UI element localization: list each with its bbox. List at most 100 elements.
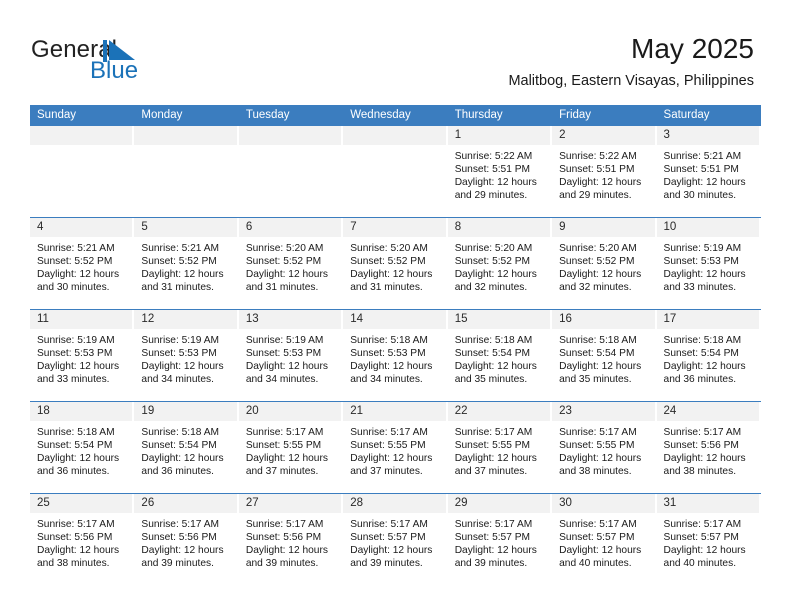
calendar-day-cell-21[interactable]: 21 Sunrise: 5:17 AM Sunset: 5:55 PM Dayl… xyxy=(343,402,447,493)
calendar-day-cell-23[interactable]: 23 Sunrise: 5:17 AM Sunset: 5:55 PM Dayl… xyxy=(552,402,656,493)
day-details: Sunrise: 5:17 AM Sunset: 5:55 PM Dayligh… xyxy=(343,421,447,478)
sunset-text: Sunset: 5:54 PM xyxy=(559,348,635,360)
weekday-header-sunday: Sunday xyxy=(37,109,77,121)
calendar-day-cell-24[interactable]: 24 Sunrise: 5:17 AM Sunset: 5:56 PM Dayl… xyxy=(656,402,761,493)
calendar-day-cell-11[interactable]: 11 Sunrise: 5:19 AM Sunset: 5:53 PM Dayl… xyxy=(30,310,134,401)
calendar-day-cell-6[interactable]: 6 Sunrise: 5:20 AM Sunset: 5:52 PM Dayli… xyxy=(238,218,343,309)
day-number: 8 xyxy=(447,218,551,237)
sunset-text: Sunset: 5:57 PM xyxy=(454,532,531,544)
sunrise-text: Sunrise: 5:17 AM xyxy=(559,519,637,530)
sunrise-text: Sunrise: 5:20 AM xyxy=(559,243,637,254)
weekday-header-friday: Friday xyxy=(559,109,592,121)
daylight-text-line2: and 30 minutes. xyxy=(663,190,737,202)
day-details: Sunrise: 5:20 AM Sunset: 5:52 PM Dayligh… xyxy=(239,237,343,294)
calendar-day-cell-7[interactable]: 7 Sunrise: 5:20 AM Sunset: 5:52 PM Dayli… xyxy=(343,218,447,309)
calendar-day-cell-empty xyxy=(30,126,134,217)
sunset-text: Sunset: 5:52 PM xyxy=(559,256,635,268)
daylight-text-line2: and 35 minutes. xyxy=(454,374,528,386)
calendar-day-cell-1[interactable]: 1 Sunrise: 5:22 AM Sunset: 5:51 PM Dayli… xyxy=(447,126,552,217)
calendar-day-cell-30[interactable]: 30 Sunrise: 5:17 AM Sunset: 5:57 PM Dayl… xyxy=(552,494,656,585)
daylight-text-line1: Daylight: 12 hours xyxy=(350,361,433,373)
brand-name-blue: Blue xyxy=(90,57,139,84)
daylight-text-line2: and 37 minutes. xyxy=(245,466,319,478)
sunrise-text: Sunrise: 5:21 AM xyxy=(141,243,220,254)
sunset-text: Sunset: 5:54 PM xyxy=(141,440,217,452)
calendar-day-cell-28[interactable]: 28 Sunrise: 5:17 AM Sunset: 5:57 PM Dayl… xyxy=(343,494,447,585)
day-number: 21 xyxy=(343,402,446,421)
day-number: 7 xyxy=(343,218,446,237)
day-number: 5 xyxy=(134,218,237,237)
sunset-text: Sunset: 5:55 PM xyxy=(559,440,635,452)
sunrise-text: Sunrise: 5:18 AM xyxy=(37,427,115,438)
calendar-day-cell-29[interactable]: 29 Sunrise: 5:17 AM Sunset: 5:57 PM Dayl… xyxy=(447,494,552,585)
daylight-text-line1: Daylight: 12 hours xyxy=(454,545,537,557)
calendar-day-cell-5[interactable]: 5 Sunrise: 5:21 AM Sunset: 5:52 PM Dayli… xyxy=(134,218,238,309)
daylight-text-line2: and 30 minutes. xyxy=(37,282,110,294)
daylight-text-line2: and 36 minutes. xyxy=(37,466,110,478)
calendar-day-cell-17[interactable]: 17 Sunrise: 5:18 AM Sunset: 5:54 PM Dayl… xyxy=(656,310,761,401)
calendar-week-row-4: 18 Sunrise: 5:18 AM Sunset: 5:54 PM Dayl… xyxy=(30,401,761,493)
daylight-text-line1: Daylight: 12 hours xyxy=(663,545,746,557)
day-number xyxy=(343,126,446,145)
calendar-day-cell-20[interactable]: 20 Sunrise: 5:17 AM Sunset: 5:55 PM Dayl… xyxy=(238,402,343,493)
sunset-text: Sunset: 5:52 PM xyxy=(141,256,217,268)
sunrise-text: Sunrise: 5:17 AM xyxy=(245,427,324,438)
daylight-text-line2: and 39 minutes. xyxy=(454,558,528,570)
calendar-day-cell-12[interactable]: 12 Sunrise: 5:19 AM Sunset: 5:53 PM Dayl… xyxy=(134,310,238,401)
sunset-text: Sunset: 5:53 PM xyxy=(141,348,217,360)
daylight-text-line1: Daylight: 12 hours xyxy=(141,361,224,373)
calendar-day-cell-10[interactable]: 10 Sunrise: 5:19 AM Sunset: 5:53 PM Dayl… xyxy=(656,218,761,309)
calendar-day-cell-13[interactable]: 13 Sunrise: 5:19 AM Sunset: 5:53 PM Dayl… xyxy=(238,310,343,401)
daylight-text-line1: Daylight: 12 hours xyxy=(559,453,642,465)
calendar-day-cell-31[interactable]: 31 Sunrise: 5:17 AM Sunset: 5:57 PM Dayl… xyxy=(656,494,761,585)
calendar-day-cell-19[interactable]: 19 Sunrise: 5:18 AM Sunset: 5:54 PM Dayl… xyxy=(134,402,238,493)
calendar-day-cell-14[interactable]: 14 Sunrise: 5:18 AM Sunset: 5:53 PM Dayl… xyxy=(343,310,447,401)
daylight-text-line1: Daylight: 12 hours xyxy=(141,269,224,281)
calendar-day-cell-27[interactable]: 27 Sunrise: 5:17 AM Sunset: 5:56 PM Dayl… xyxy=(238,494,343,585)
sunset-text: Sunset: 5:55 PM xyxy=(245,440,322,452)
calendar-day-cell-8[interactable]: 8 Sunrise: 5:20 AM Sunset: 5:52 PM Dayli… xyxy=(447,218,552,309)
day-details: Sunrise: 5:20 AM Sunset: 5:52 PM Dayligh… xyxy=(343,237,447,294)
day-number: 20 xyxy=(238,402,342,421)
daylight-text-line1: Daylight: 12 hours xyxy=(454,361,537,373)
daylight-text-line1: Daylight: 12 hours xyxy=(245,453,328,465)
daylight-text-line2: and 37 minutes. xyxy=(350,466,423,478)
calendar-day-cell-18[interactable]: 18 Sunrise: 5:18 AM Sunset: 5:54 PM Dayl… xyxy=(30,402,134,493)
day-details: Sunrise: 5:19 AM Sunset: 5:53 PM Dayligh… xyxy=(657,237,761,294)
day-details: Sunrise: 5:17 AM Sunset: 5:57 PM Dayligh… xyxy=(657,513,761,570)
calendar-day-cell-4[interactable]: 4 Sunrise: 5:21 AM Sunset: 5:52 PM Dayli… xyxy=(30,218,134,309)
daylight-text-line2: and 37 minutes. xyxy=(454,466,528,478)
day-number: 24 xyxy=(656,402,759,421)
calendar-day-cell-9[interactable]: 9 Sunrise: 5:20 AM Sunset: 5:52 PM Dayli… xyxy=(552,218,656,309)
calendar-day-cell-15[interactable]: 15 Sunrise: 5:18 AM Sunset: 5:54 PM Dayl… xyxy=(447,310,552,401)
daylight-text-line2: and 32 minutes. xyxy=(559,282,632,294)
brand-logo[interactable]: General Blue xyxy=(31,36,231,88)
sunrise-text: Sunrise: 5:19 AM xyxy=(37,335,115,346)
sunrise-text: Sunrise: 5:21 AM xyxy=(37,243,115,254)
day-details: Sunrise: 5:17 AM Sunset: 5:56 PM Dayligh… xyxy=(30,513,134,570)
calendar-day-cell-empty xyxy=(134,126,238,217)
sunset-text: Sunset: 5:51 PM xyxy=(454,164,531,176)
weekday-header-thursday: Thursday xyxy=(454,109,503,121)
sunrise-text: Sunrise: 5:19 AM xyxy=(141,335,220,346)
sunset-text: Sunset: 5:56 PM xyxy=(245,532,322,544)
calendar-day-cell-25[interactable]: 25 Sunrise: 5:17 AM Sunset: 5:56 PM Dayl… xyxy=(30,494,134,585)
calendar-day-cell-22[interactable]: 22 Sunrise: 5:17 AM Sunset: 5:55 PM Dayl… xyxy=(447,402,552,493)
sunrise-text: Sunrise: 5:17 AM xyxy=(245,519,324,530)
daylight-text-line1: Daylight: 12 hours xyxy=(37,453,120,465)
day-number: 4 xyxy=(30,218,133,237)
day-number: 27 xyxy=(238,494,342,513)
day-number: 15 xyxy=(447,310,551,329)
calendar-day-cell-3[interactable]: 3 Sunrise: 5:21 AM Sunset: 5:51 PM Dayli… xyxy=(656,126,761,217)
calendar-day-cell-2[interactable]: 2 Sunrise: 5:22 AM Sunset: 5:51 PM Dayli… xyxy=(552,126,656,217)
sunrise-text: Sunrise: 5:17 AM xyxy=(350,519,428,530)
daylight-text-line1: Daylight: 12 hours xyxy=(454,269,537,281)
day-number: 28 xyxy=(343,494,446,513)
calendar-day-cell-16[interactable]: 16 Sunrise: 5:18 AM Sunset: 5:54 PM Dayl… xyxy=(552,310,656,401)
calendar-day-cell-empty xyxy=(238,126,343,217)
sunset-text: Sunset: 5:55 PM xyxy=(350,440,426,452)
daylight-text-line1: Daylight: 12 hours xyxy=(559,361,642,373)
day-details: Sunrise: 5:17 AM Sunset: 5:57 PM Dayligh… xyxy=(448,513,552,570)
calendar-day-cell-26[interactable]: 26 Sunrise: 5:17 AM Sunset: 5:56 PM Dayl… xyxy=(134,494,238,585)
day-details: Sunrise: 5:17 AM Sunset: 5:57 PM Dayligh… xyxy=(343,513,447,570)
